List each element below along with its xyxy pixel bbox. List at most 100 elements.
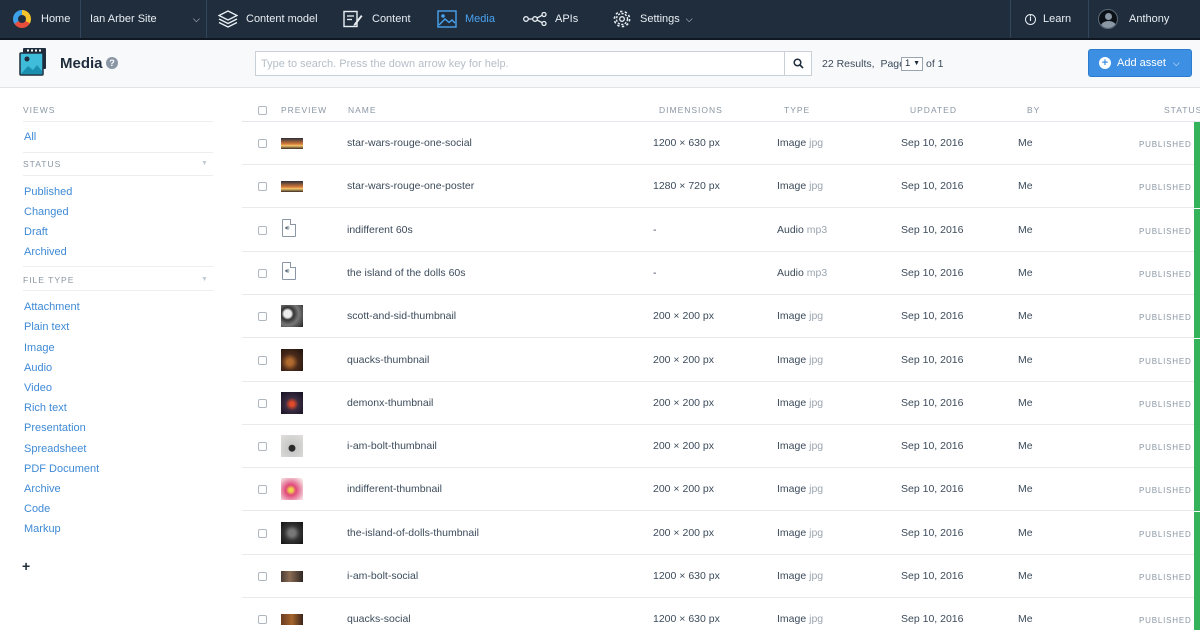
- table-row[interactable]: quacks-social 1200 × 630 px Image jpg Se…: [242, 598, 1200, 630]
- status-draft[interactable]: Draft: [24, 226, 48, 238]
- preview-thumbnail[interactable]: [281, 391, 303, 414]
- asset-name[interactable]: quacks-social: [347, 613, 411, 625]
- table-row[interactable]: quacks-thumbnail 200 × 200 px Image jpg …: [242, 338, 1200, 382]
- filetype-presentation[interactable]: Presentation: [24, 422, 86, 434]
- table-row[interactable]: the-island-of-dolls-thumbnail 200 × 200 …: [242, 511, 1200, 555]
- table-row[interactable]: demonx-thumbnail 200 × 200 px Image jpg …: [242, 381, 1200, 425]
- row-checkbox[interactable]: [258, 572, 267, 581]
- asset-type-label: Image: [777, 353, 807, 366]
- asset-extension: jpg: [809, 613, 824, 626]
- column-name[interactable]: NAME: [348, 105, 377, 115]
- filetype-plain-text[interactable]: Plain text: [24, 321, 69, 333]
- table-row[interactable]: 🔊︎ the island of the dolls 60s - Audio m…: [242, 251, 1200, 295]
- preview-thumbnail[interactable]: [281, 305, 303, 328]
- table-row[interactable]: star-wars-rouge-one-poster 1280 × 720 px…: [242, 165, 1200, 209]
- view-all[interactable]: All: [24, 131, 36, 143]
- table-row[interactable]: indifferent-thumbnail 200 × 200 px Image…: [242, 468, 1200, 512]
- asset-type-label: Image: [777, 310, 807, 323]
- audio-file-icon[interactable]: 🔊︎: [282, 261, 296, 280]
- row-checkbox[interactable]: [258, 398, 267, 408]
- filetype-video[interactable]: Video: [24, 382, 52, 394]
- edit-document-icon: [343, 10, 363, 28]
- table-row[interactable]: i-am-bolt-social 1200 × 630 px Image jpg…: [242, 555, 1200, 598]
- asset-name[interactable]: star-wars-rouge-one-social: [347, 137, 472, 149]
- row-checkbox[interactable]: [258, 139, 267, 148]
- preview-thumbnail[interactable]: [281, 181, 303, 193]
- filetype-code[interactable]: Code: [24, 503, 50, 515]
- asset-name[interactable]: indifferent-thumbnail: [347, 483, 442, 495]
- asset-name[interactable]: quacks-thumbnail: [347, 354, 429, 366]
- home-link[interactable]: Home: [13, 0, 70, 38]
- preview-thumbnail[interactable]: [281, 571, 303, 582]
- add-view-button[interactable]: +: [22, 558, 30, 574]
- nav-content[interactable]: Content: [343, 0, 411, 38]
- asset-dimensions: 200 × 200 px: [653, 353, 715, 366]
- collapse-caret-icon[interactable]: ▼: [201, 160, 208, 167]
- filetype-archive[interactable]: Archive: [24, 483, 61, 495]
- row-checkbox[interactable]: [258, 442, 267, 452]
- nav-content-model[interactable]: Content model: [218, 0, 318, 38]
- audio-file-icon[interactable]: 🔊︎: [282, 218, 296, 237]
- preview-thumbnail[interactable]: [281, 521, 303, 544]
- row-checkbox[interactable]: [258, 182, 267, 192]
- select-all-checkbox[interactable]: [258, 106, 267, 115]
- row-checkbox[interactable]: [258, 312, 267, 322]
- asset-type: Image jpg: [777, 397, 823, 409]
- preview-thumbnail[interactable]: [281, 348, 303, 371]
- filetype-attachment[interactable]: Attachment: [24, 301, 80, 313]
- results-count: 22 Results,: [822, 58, 875, 70]
- preview-thumbnail[interactable]: [281, 435, 303, 458]
- filetype-spreadsheet[interactable]: Spreadsheet: [24, 443, 86, 455]
- table-row[interactable]: star-wars-rouge-one-social 1200 × 630 px…: [242, 122, 1200, 165]
- space-selector[interactable]: Ian Arber Site ⌵: [90, 0, 205, 38]
- filetype-rich-text[interactable]: Rich text: [24, 402, 67, 414]
- nav-settings[interactable]: Settings ⌵: [613, 0, 693, 38]
- filetype-audio[interactable]: Audio: [24, 362, 52, 374]
- asset-dimensions: 200 × 200 px: [653, 310, 715, 323]
- asset-name[interactable]: the island of the dolls 60s: [347, 267, 466, 279]
- status-published[interactable]: Published: [24, 186, 72, 198]
- asset-name[interactable]: i-am-bolt-social: [347, 570, 418, 582]
- row-checkbox[interactable]: [258, 615, 267, 625]
- table-row[interactable]: i-am-bolt-thumbnail 200 × 200 px Image j…: [242, 425, 1200, 469]
- status-archived[interactable]: Archived: [24, 246, 67, 258]
- row-checkbox[interactable]: [258, 485, 267, 495]
- row-checkbox[interactable]: [258, 355, 267, 365]
- nav-media[interactable]: Media: [437, 0, 495, 38]
- preview-thumbnail[interactable]: [281, 614, 303, 626]
- filetype-markup[interactable]: Markup: [24, 523, 61, 535]
- asset-name[interactable]: the-island-of-dolls-thumbnail: [347, 527, 479, 539]
- asset-name[interactable]: star-wars-rouge-one-poster: [347, 180, 474, 192]
- asset-author: Me: [1018, 266, 1033, 279]
- search-button[interactable]: [785, 51, 812, 76]
- nav-learn[interactable]: i Learn: [1025, 0, 1071, 38]
- asset-name[interactable]: i-am-bolt-thumbnail: [347, 440, 437, 452]
- help-icon[interactable]: ?: [106, 57, 118, 69]
- preview-thumbnail[interactable]: [281, 478, 303, 501]
- row-checkbox[interactable]: [258, 268, 267, 278]
- nav-apis[interactable]: APIs: [523, 0, 578, 38]
- column-updated[interactable]: UPDATED: [910, 105, 957, 115]
- asset-name[interactable]: indifferent 60s: [347, 224, 413, 236]
- asset-dimensions: 1200 × 630 px: [653, 137, 720, 149]
- asset-name[interactable]: demonx-thumbnail: [347, 397, 433, 409]
- table-row[interactable]: 🔊︎ indifferent 60s - Audio mp3 Sep 10, 2…: [242, 208, 1200, 252]
- add-asset-label: Add asset: [1117, 57, 1166, 69]
- asset-name[interactable]: scott-and-sid-thumbnail: [347, 310, 456, 322]
- add-asset-button[interactable]: + Add asset ⌵: [1088, 49, 1192, 77]
- filetype-pdf-document[interactable]: PDF Document: [24, 463, 99, 475]
- preview-thumbnail[interactable]: [281, 138, 303, 149]
- status-indicator-bar: [1194, 251, 1200, 295]
- status-changed[interactable]: Changed: [24, 206, 69, 218]
- row-checkbox[interactable]: [258, 225, 267, 235]
- filetype-image[interactable]: Image: [24, 342, 55, 354]
- user-menu[interactable]: Anthony: [1098, 0, 1169, 38]
- asset-dimensions: 200 × 200 px: [653, 526, 715, 539]
- asset-dimensions: -: [653, 223, 657, 236]
- collapse-caret-icon[interactable]: ▼: [201, 276, 208, 283]
- row-checkbox[interactable]: [258, 528, 267, 538]
- page-select[interactable]: 1 ▼: [901, 57, 923, 71]
- search-input[interactable]: [255, 51, 785, 76]
- table-row[interactable]: scott-and-sid-thumbnail 200 × 200 px Ima…: [242, 295, 1200, 339]
- content-model-label: Content model: [246, 13, 318, 25]
